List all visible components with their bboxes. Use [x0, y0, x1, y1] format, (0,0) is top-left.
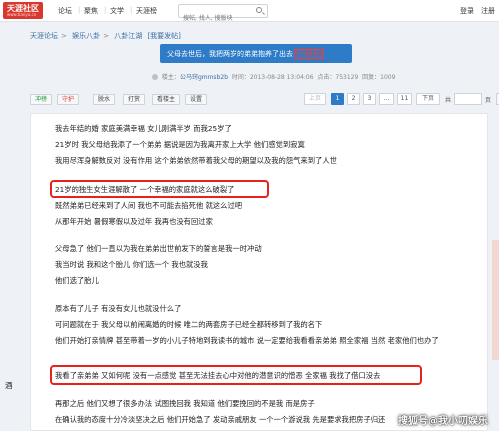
- body-line: 21岁时 我父母给我添了一个弟弟 据说是因为我离开家上大学 他们感觉到寂寞: [55, 140, 305, 149]
- search-box: [178, 4, 268, 25]
- post-toolbar: 冲榜 守护 脱水 打赏 看楼主 设置 上页 1 2 3 … 11 下页 共 页 …: [30, 91, 499, 107]
- search-icon[interactable]: [256, 7, 262, 13]
- login-link[interactable]: 登录: [460, 6, 474, 16]
- nav-focus[interactable]: 聚焦: [84, 6, 98, 16]
- dehydrate-button[interactable]: 脱水: [93, 94, 116, 105]
- new-post-link[interactable]: [我要发帖]: [147, 32, 180, 40]
- body-line: 我当时说 我和这个胎儿 你们选一个 我也就没我: [55, 260, 208, 269]
- body-line: 可问题就在于 我父母以前闹离婚的时候 唯二的两套房子已经全都转移到了我的名下: [55, 320, 323, 329]
- site-logo[interactable]: 天涯社区 www.tianya.cn: [3, 2, 43, 19]
- view-op-button[interactable]: 看楼主: [152, 94, 181, 105]
- watermark: 搜狐号@我小叨娱乐: [398, 416, 488, 427]
- body-line: 父母急了 他们一直以为我在弟弟出世前发下的誓言是我一时冲动: [55, 244, 262, 253]
- body-line: 从那年开始 暑假寒假以及过年 我再也没有回过家: [55, 217, 213, 226]
- nav-tianya-rank[interactable]: 天涯榜: [136, 6, 157, 16]
- page-total-label: 共: [445, 97, 452, 104]
- search-input[interactable]: [179, 12, 251, 25]
- side-floating-char: 酒: [5, 381, 13, 390]
- reply-count: 回复：1009: [362, 74, 396, 81]
- right-edge-strip: [492, 240, 499, 360]
- post-time: 时间：2013-08-28 13:04:06: [231, 74, 314, 81]
- nav-separator: |: [78, 6, 81, 14]
- breadcrumb: 天涯论坛 > 娱乐八卦 > 八卦江湖 [我要发帖]: [30, 31, 184, 41]
- page-3-button[interactable]: 3: [363, 93, 376, 105]
- breadcrumb-tianya-forum[interactable]: 天涯论坛: [30, 32, 58, 40]
- post-content: 我去年结的婚 家庭美满幸福 女儿刚满半岁 而我25岁了 21岁时 我父母给我添了…: [30, 113, 488, 431]
- body-line: 我用尽浑身解数反对 没有作用 这个弟弟依然带着我父母的期望以及我的怨气来到了人世: [55, 156, 337, 165]
- breadcrumb-separator: >: [103, 32, 109, 40]
- top-navigation-bar: 天涯社区 www.tianya.cn 论坛 | 聚焦 | 文学 | 天涯榜 登录…: [0, 0, 499, 25]
- nav-separator: |: [104, 6, 107, 14]
- register-link[interactable]: 注册: [481, 6, 495, 16]
- click-count: 点击：753129: [317, 74, 359, 81]
- author-name[interactable]: 公马窍gmmsb2b: [180, 74, 228, 81]
- highlight-box: [50, 365, 422, 385]
- body-line: 既然弟弟已经来到了人间 我也不可能去掐死他 就这么过吧: [55, 201, 243, 210]
- body-line: 我去年结的婚 家庭美满幸福 女儿刚满半岁 而我25岁了: [55, 124, 232, 133]
- page-1-button[interactable]: 1: [331, 93, 344, 105]
- body-line: 原本有了儿子 有没有女儿也就没什么了: [55, 304, 182, 313]
- settings-button[interactable]: 设置: [185, 94, 208, 105]
- post-meta: 楼主：公马窍gmmsb2b 时间：2013-08-28 13:04:06 点击：…: [152, 72, 395, 81]
- post-title-bar: 父母去世后，我把两岁的弟弟抱养了出去 [已精品]: [160, 44, 352, 63]
- page-11-button[interactable]: 11: [397, 93, 412, 105]
- page-unit-label: 页: [485, 97, 492, 104]
- breadcrumb-entertainment[interactable]: 娱乐八卦: [72, 32, 100, 40]
- featured-tag: [已精品]: [294, 49, 325, 59]
- body-line: 他们选了胎儿: [55, 276, 99, 285]
- nav-forum[interactable]: 论坛: [58, 6, 72, 16]
- page-2-button[interactable]: 2: [347, 93, 360, 105]
- body-line: 在确认我的态度十分冷淡坚决之后 他们开始急了 发动亲戚朋友 一个一个游说我 先是…: [55, 415, 386, 424]
- page-jump-input[interactable]: [454, 93, 482, 105]
- post-title: 父母去世后，我把两岁的弟弟抱养了出去 [已精品]: [167, 49, 325, 59]
- breadcrumb-separator: >: [61, 32, 67, 40]
- user-icon: [152, 74, 158, 80]
- rank-button[interactable]: 冲榜: [30, 94, 53, 105]
- author-label: 楼主：: [161, 74, 180, 81]
- body-line: 他们开始打亲情牌 甚至带着一岁的小儿子特地到我读书的城市 说一定要给我看看亲弟弟…: [55, 336, 439, 345]
- highlight-box: [50, 180, 269, 198]
- body-line: 再那之后 他们又想了很多办法 试图挽回我 我知道 他们要挽回的不是我 而是房子: [55, 399, 315, 408]
- tip-button[interactable]: 打赏: [123, 94, 146, 105]
- next-page-button[interactable]: 下页: [416, 93, 440, 105]
- guard-button[interactable]: 守护: [57, 94, 80, 105]
- post-title-text: 父母去世后，我把两岁的弟弟抱养了出去: [167, 50, 293, 58]
- nav-literature[interactable]: 文学: [110, 6, 124, 16]
- breadcrumb-gossip[interactable]: 八卦江湖: [114, 32, 142, 40]
- prev-page-button[interactable]: 上页: [304, 93, 326, 105]
- logo-subtext: www.tianya.cn: [7, 12, 37, 17]
- nav-separator: |: [130, 6, 133, 14]
- page-ellipsis: …: [379, 93, 394, 105]
